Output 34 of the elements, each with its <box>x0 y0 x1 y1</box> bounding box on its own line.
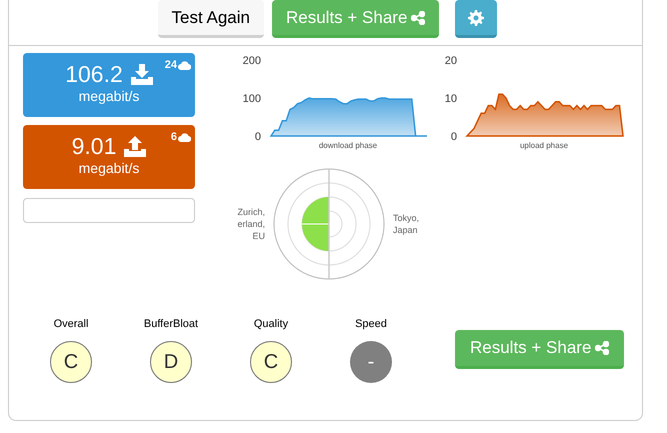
gear-icon <box>468 10 484 26</box>
location-label: Zurich, <box>237 206 265 218</box>
location-label: Japan <box>393 224 419 236</box>
speed-unit: megabit/s <box>78 159 140 177</box>
test-again-button[interactable]: Test Again <box>158 0 264 38</box>
chart-axis-label: download phase <box>318 140 378 152</box>
settings-button[interactable] <box>455 0 498 38</box>
location-label: erland, <box>237 218 265 230</box>
speed-value: 9.01 <box>72 133 116 159</box>
share-icon <box>411 10 426 24</box>
upload-icon <box>124 135 146 157</box>
axis-tick-label: 0 <box>450 131 457 142</box>
grade-label: Speed <box>355 317 387 332</box>
speed-unit: megabit/s <box>78 87 140 105</box>
server-count: 24 <box>164 58 177 73</box>
results-share-button[interactable]: Results + Share <box>455 330 624 369</box>
results-share-button[interactable]: Results + Share <box>272 0 440 38</box>
grade-label: Overall <box>54 317 88 332</box>
location-label: Tokyo, <box>393 212 420 224</box>
axis-tick-label: 10 <box>444 93 457 105</box>
chart-axis-label: upload phase <box>520 140 568 152</box>
cloud-icon <box>178 60 191 70</box>
download-icon <box>130 63 153 85</box>
speed-value: 106.2 <box>65 61 123 87</box>
server-count: 6 <box>170 130 177 145</box>
axis-tick-label: 20 <box>444 56 457 67</box>
grade-label: Quality <box>254 317 288 332</box>
cloud-icon <box>178 132 191 142</box>
axis-tick-label: 0 <box>254 131 261 142</box>
grade-label: BufferBloat <box>144 317 198 332</box>
axis-tick-label: 200 <box>242 56 261 67</box>
axis-tick-label: 100 <box>242 93 261 105</box>
share-icon <box>595 340 610 355</box>
location-label: EU <box>252 230 265 242</box>
